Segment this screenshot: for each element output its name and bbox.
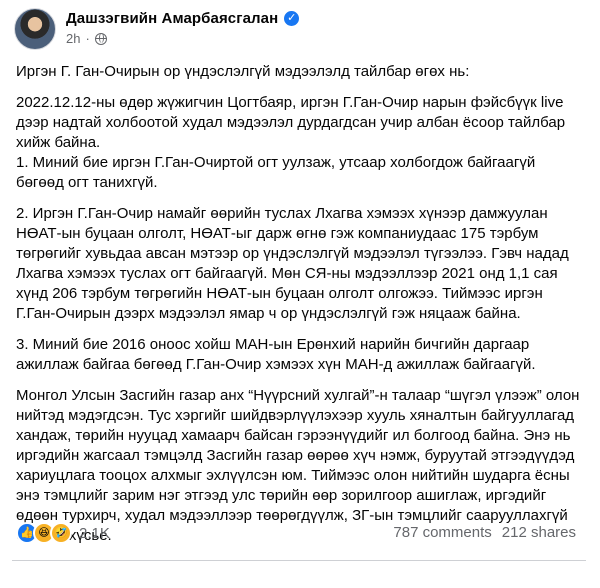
post-paragraph: 2. Иргэн Г.Ган-Очир намайг өөрийн туслах… — [16, 205, 569, 322]
footer-divider — [12, 560, 586, 561]
meta-separator: · — [85, 31, 90, 46]
post-paragraph: 3. Миний бие 2016 оноос хойш МАН-ын Ерөн… — [16, 336, 536, 373]
reaction-count[interactable]: 2.1K — [79, 525, 110, 542]
author-name[interactable]: Дашзэгвийн Амарбаясгалан — [66, 10, 278, 27]
post-stats: 787 comments 212 shares — [393, 524, 576, 541]
post-meta: 2h · — [66, 31, 107, 46]
post-footer: 👍 😆 🤣 2.1K 787 comments 212 shares — [12, 518, 586, 546]
post-paragraph: 2022.12.12-ны өдөр жүжигчин Цогтбаяр, ир… — [16, 94, 566, 191]
shares-count[interactable]: 212 shares — [502, 524, 576, 541]
comments-count[interactable]: 787 comments — [393, 524, 491, 541]
globe-icon[interactable] — [94, 32, 107, 45]
post-body: Иргэн Г. Ган-Очирын ор үндэслэлгүй мэдээ… — [16, 62, 584, 557]
verified-badge-icon: ✓ — [284, 11, 300, 26]
post-header: Дашзэгвийн Амарбаясгалан ✓ 2h · — [14, 8, 584, 58]
laughing-reaction-icon: 🤣 — [50, 522, 72, 544]
reactions-summary[interactable]: 👍 😆 🤣 2.1K — [16, 522, 110, 544]
post-timestamp[interactable]: 2h — [66, 31, 80, 46]
post-paragraph: Иргэн Г. Ган-Очирын ор үндэслэлгүй мэдээ… — [16, 63, 470, 80]
author-avatar[interactable] — [14, 8, 56, 50]
author-name-row: Дашзэгвийн Амарбаясгалан ✓ — [66, 10, 300, 27]
facebook-post: Дашзэгвийн Амарбаясгалан ✓ 2h · Иргэн Г.… — [0, 0, 600, 588]
